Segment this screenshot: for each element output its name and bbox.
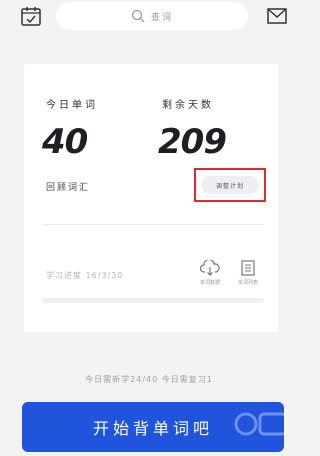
today-words-value: 40 [42,122,88,162]
watermark-logo [234,412,288,436]
adjust-plan-highlight: 调整计划 [194,168,266,202]
calendar-icon[interactable] [20,5,42,27]
search-input[interactable]: 查词 [56,2,248,30]
word-data-label: 单词数据 [199,280,220,286]
divider [42,224,264,225]
daily-summary: 今日需新学24/40 今日需复习1 [85,375,213,384]
progress-bar [42,298,264,303]
today-words-label: 今日单词 [46,100,98,111]
search-icon [131,9,145,23]
word-list-label: 单词列表 [237,280,258,286]
remaining-days-label: 剩余天数 [162,100,214,111]
word-list-button[interactable]: 单词列表 [230,260,266,286]
list-doc-icon [241,260,255,276]
study-plan-card: 今日单词 40 剩余天数 209 回顾词汇 调整计划 学习进度 16/3/30 … [24,64,278,332]
progress-label: 学习进度 16/3/30 [46,271,124,280]
top-bar: 查词 [0,0,298,34]
adjust-plan-button[interactable]: 调整计划 [201,176,259,194]
word-data-button[interactable]: 单词数据 [192,260,228,286]
search-placeholder: 查词 [150,12,173,23]
review-words-label: 回顾词汇 [46,183,91,193]
remaining-days-value: 209 [158,122,227,162]
cloud-download-icon [200,260,220,276]
mail-icon[interactable] [266,6,288,26]
